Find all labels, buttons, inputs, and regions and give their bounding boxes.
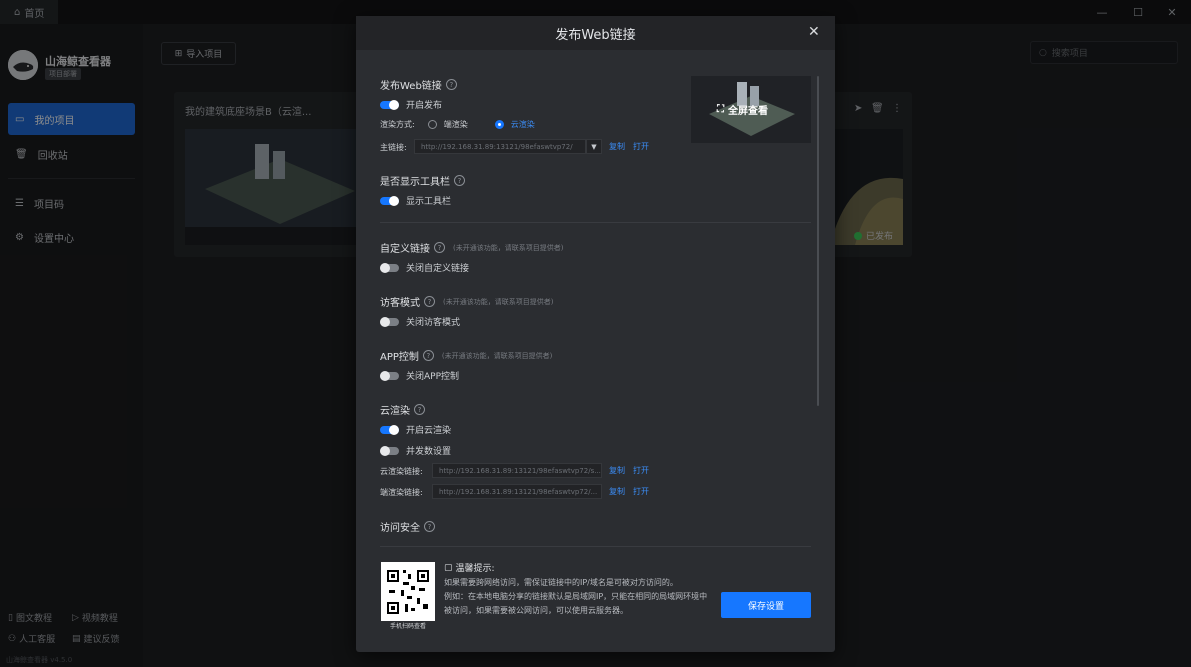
dialog-scrollbar[interactable] bbox=[817, 76, 819, 406]
visitor-note: (未开通该功能，请联系项目提供者) bbox=[443, 297, 554, 306]
tips-divider bbox=[380, 546, 811, 547]
toolbar-toggle[interactable] bbox=[380, 195, 399, 206]
open-cloud-link[interactable]: 打开 bbox=[633, 465, 649, 476]
link-dropdown-button[interactable]: ▼ bbox=[586, 139, 602, 154]
publish-section-title: 发布Web链接 ? bbox=[380, 77, 457, 92]
help-icon[interactable]: ? bbox=[445, 79, 457, 90]
close-dialog-button[interactable]: ✕ bbox=[808, 24, 820, 40]
main-link-field[interactable]: http://192.168.31.89:13121/98efaswtvp72/ bbox=[414, 139, 586, 154]
close-icon: ✕ bbox=[808, 24, 820, 40]
security-section-title: 访问安全 ? bbox=[380, 519, 435, 534]
concurrency-toggle-row: 并发数设置 bbox=[380, 444, 451, 457]
qr-caption: 手机扫码查看 bbox=[381, 621, 435, 632]
help-icon[interactable]: ? bbox=[422, 350, 434, 361]
custom-link-toggle[interactable] bbox=[380, 262, 399, 273]
help-icon[interactable]: ? bbox=[454, 175, 465, 186]
copy-cloud-link[interactable]: 复制 bbox=[609, 465, 625, 476]
radio-cloud-render-label: 云渲染 bbox=[510, 120, 535, 129]
fullscreen-icon: ⛶ bbox=[717, 104, 724, 115]
radio-end-render-label: 端渲染 bbox=[443, 120, 468, 129]
visitor-toggle-row: 关闭访客模式 bbox=[380, 315, 460, 328]
qr-code: 手机扫码查看 bbox=[381, 562, 435, 632]
visitor-toggle[interactable] bbox=[380, 316, 399, 327]
dialog-header: 发布Web链接 bbox=[356, 16, 835, 50]
help-icon[interactable]: ? bbox=[424, 296, 435, 307]
custom-link-toggle-row: 关闭自定义链接 bbox=[380, 261, 469, 274]
render-mode-row: 渲染方式: 端渲染 云渲染 bbox=[380, 119, 535, 130]
cloud-render-section-title: 云渲染 ? bbox=[380, 402, 425, 417]
custom-link-toggle-label: 关闭自定义链接 bbox=[406, 264, 470, 274]
tips-line-2: 例如：在本地电脑分享的链接默认是局域网IP，只能在相同的局域网环境中被访问，如果… bbox=[444, 592, 708, 615]
publish-toggle-row: 开启发布 bbox=[380, 98, 442, 111]
scene-preview[interactable]: ⛶ 全屏查看 bbox=[691, 76, 811, 143]
cloud-render-toggle-label: 开启云渲染 bbox=[406, 426, 452, 436]
publish-toggle-label: 开启发布 bbox=[406, 101, 443, 111]
tips-line-1: 如果需要跨网络访问，需保证链接中的IP/域名是可被对方访问的。 bbox=[444, 578, 678, 587]
open-end-link[interactable]: 打开 bbox=[633, 486, 649, 497]
caret-down-icon: ▼ bbox=[591, 142, 597, 151]
fullscreen-label: 全屏查看 bbox=[728, 106, 768, 117]
cloud-render-toggle[interactable] bbox=[380, 424, 399, 435]
end-link-label: 端渲染链接: bbox=[380, 488, 423, 497]
radio-end-render[interactable] bbox=[427, 120, 437, 129]
toolbar-toggle-row: 显示工具栏 bbox=[380, 194, 451, 207]
app-control-toggle-row: 关闭APP控制 bbox=[380, 369, 459, 382]
message-icon: ▢ bbox=[444, 562, 453, 573]
visitor-toggle-label: 关闭访客模式 bbox=[406, 318, 461, 328]
cloud-render-toggle-row: 开启云渲染 bbox=[380, 423, 451, 436]
app-control-toggle-label: 关闭APP控制 bbox=[406, 372, 460, 382]
toolbar-toggle-label: 显示工具栏 bbox=[406, 197, 452, 207]
app-control-toggle[interactable] bbox=[380, 370, 399, 381]
dialog-title: 发布Web链接 bbox=[555, 27, 636, 43]
publish-web-link-dialog: 发布Web链接 ✕ 发布Web链接 ? 开启发布 渲染方式: 端渲染 云渲染 主… bbox=[356, 16, 835, 652]
concurrency-toggle-label: 并发数设置 bbox=[406, 447, 452, 457]
custom-link-note: (未开通该功能，请联系项目提供者) bbox=[453, 243, 564, 252]
custom-link-title-text: 自定义链接 bbox=[380, 244, 430, 255]
copy-main-link[interactable]: 复制 bbox=[609, 141, 625, 152]
tips-text: 如果需要跨网络访问，需保证链接中的IP/域名是可被对方访问的。 例如：在本地电脑… bbox=[444, 576, 709, 618]
open-main-link[interactable]: 打开 bbox=[633, 141, 649, 152]
section-divider bbox=[380, 222, 811, 223]
app-control-section-title: APP控制 ? (未开通该功能，请联系项目提供者) bbox=[380, 348, 552, 363]
help-icon[interactable]: ? bbox=[414, 404, 425, 415]
render-mode-label: 渲染方式: bbox=[380, 120, 415, 129]
radio-cloud-render[interactable] bbox=[494, 120, 504, 129]
cloud-link-field[interactable]: http://192.168.31.89:13121/98efaswtvp72/… bbox=[432, 463, 602, 478]
end-link-field[interactable]: http://192.168.31.89:13121/98efaswtvp72/… bbox=[432, 484, 602, 499]
publish-toggle[interactable] bbox=[380, 99, 399, 110]
app-control-note: (未开通该功能，请联系项目提供者) bbox=[441, 351, 553, 360]
custom-link-section-title: 自定义链接 ? (未开通该功能，请联系项目提供者) bbox=[380, 240, 563, 255]
save-settings-button[interactable]: 保存设置 bbox=[721, 592, 811, 618]
tips-title-text: 温馨提示: bbox=[455, 564, 495, 574]
concurrency-toggle[interactable] bbox=[380, 445, 399, 456]
help-icon[interactable]: ? bbox=[434, 242, 445, 253]
visitor-section-title: 访客模式 ? (未开通该功能，请联系项目提供者) bbox=[380, 294, 553, 309]
help-icon[interactable]: ? bbox=[424, 521, 435, 532]
cloud-link-label: 云渲染链接: bbox=[380, 467, 423, 476]
visitor-title-text: 访客模式 bbox=[380, 298, 420, 309]
main-link-label: 主链接: bbox=[380, 143, 407, 152]
copy-end-link[interactable]: 复制 bbox=[609, 486, 625, 497]
fullscreen-view-button[interactable]: ⛶ 全屏查看 bbox=[717, 102, 768, 117]
cloud-render-title-text: 云渲染 bbox=[380, 406, 410, 417]
app-control-title-text: APP控制 bbox=[380, 352, 419, 363]
publish-title-text: 发布Web链接 bbox=[380, 81, 442, 92]
security-title-text: 访问安全 bbox=[380, 523, 420, 534]
toolbar-title-text: 是否显示工具栏 bbox=[380, 177, 450, 188]
toolbar-section-title: 是否显示工具栏 ? bbox=[380, 173, 465, 188]
tips-title: ▢ 温馨提示: bbox=[444, 561, 495, 575]
